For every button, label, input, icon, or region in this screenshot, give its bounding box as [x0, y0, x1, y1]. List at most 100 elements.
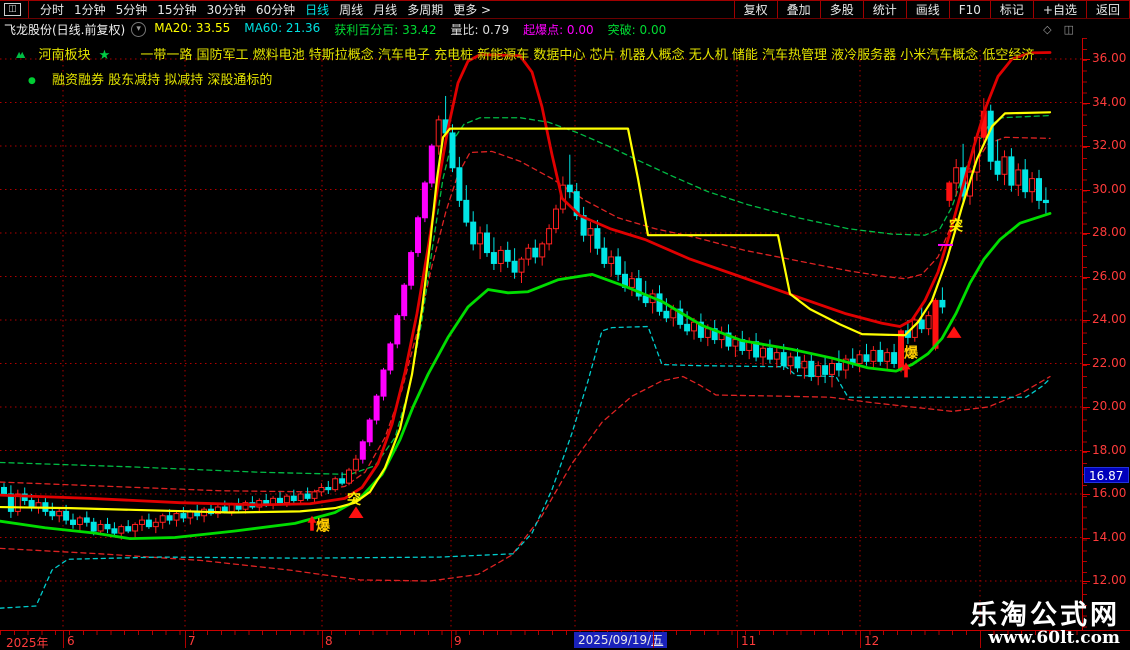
candle-body	[1022, 169, 1029, 193]
concept-tags-line2[interactable]: 融资融券 股东减持 拟减持 深股通标的	[52, 73, 272, 88]
price-tick-label: 20.00	[1092, 399, 1127, 413]
indicator-起爆点: 起爆点: 0.00	[523, 22, 594, 37]
candle-body	[808, 360, 815, 378]
price-tick-label: 14.00	[1092, 529, 1127, 544]
candle-body	[387, 343, 394, 371]
price-tick-label: 22.00	[1092, 355, 1127, 370]
candle-body	[953, 167, 960, 184]
candle-body	[684, 323, 691, 332]
candle-body	[518, 258, 525, 273]
watermark: 乐淘公式网 www.60lt.com	[970, 601, 1120, 648]
candle-body	[691, 321, 697, 332]
candle-body	[373, 395, 380, 421]
candle-body	[490, 252, 497, 264]
candle-body	[835, 363, 842, 371]
candle-body	[504, 249, 511, 262]
price-tick-label: 12.00	[1092, 573, 1127, 587]
toolbar-divider	[28, 1, 29, 18]
stock-title: 飞龙股份(日线.前复权)	[4, 22, 126, 37]
concept-tags-row1: ▲▲ 河南板块 ★ 一带一路 国防军工 燃料电池 特斯拉概念 汽车电子 充电桩 …	[16, 44, 1034, 63]
candle-body	[104, 523, 111, 530]
toolbar-button-画线[interactable]: 画线	[905, 1, 949, 18]
indicator-values: MA20: 33.55 MA60: 21.36 获利百分百: 33.42 量比: 0.…	[154, 21, 680, 38]
diamond-icon[interactable]: ◇	[1043, 23, 1051, 36]
candle-body	[987, 110, 994, 162]
candle-body	[449, 132, 456, 169]
concept-tags-line1[interactable]: 一带一路 国防军工 燃料电池 特斯拉概念 汽车电子 充电桩 新能源车 数据中心 …	[140, 48, 1034, 63]
candle-body	[615, 256, 622, 275]
candle-body	[159, 515, 166, 523]
candle-body	[898, 330, 904, 371]
chevron-down-icon[interactable]: ▾	[131, 21, 147, 37]
candle-body	[456, 167, 463, 201]
candle-body	[366, 419, 373, 443]
candle-body	[428, 145, 435, 184]
period-tab-60分钟[interactable]: 60分钟	[256, 1, 295, 18]
period-tab-更多 >[interactable]: 更多 >	[453, 1, 491, 18]
candle-body	[760, 347, 766, 358]
candle-body	[766, 347, 773, 360]
price-tick-mark	[1083, 102, 1090, 104]
price-tick-mark	[1083, 233, 1090, 234]
period-tab-30分钟[interactable]: 30分钟	[207, 1, 246, 18]
candlestick-chart[interactable]: 爆突爆突	[0, 38, 1082, 630]
period-tab-1分钟[interactable]: 1分钟	[74, 1, 106, 18]
date-axis[interactable]: 2025年 2025/09/19/五 6 7 8 9 11 12	[0, 630, 1130, 650]
month-separator	[737, 631, 738, 648]
candle-body	[787, 356, 794, 367]
crosshair-date: 2025/09/19/	[578, 633, 652, 647]
price-tick-mark	[1083, 537, 1090, 539]
candle-body	[566, 184, 573, 193]
candle-body	[525, 247, 532, 260]
candle-body	[28, 500, 35, 508]
toolbar-button-返回[interactable]: 返回	[1085, 1, 1130, 18]
candle-body	[49, 510, 56, 517]
board-tag[interactable]: 河南板块	[38, 48, 90, 63]
candle-body	[180, 513, 187, 519]
candle-body	[283, 495, 290, 504]
period-tab-周线[interactable]: 周线	[339, 1, 363, 18]
price-tick-label: 18.00	[1092, 442, 1127, 457]
candle-body	[394, 315, 401, 345]
toolbar-button-多股[interactable]: 多股	[819, 1, 863, 18]
price-tick-label: 32.00	[1092, 138, 1127, 152]
overlay-profit-line	[0, 114, 1051, 476]
candle-body	[1, 486, 7, 495]
candle-body	[822, 365, 829, 375]
signal-text-爆: 爆	[316, 518, 331, 535]
period-tab-日线[interactable]: 日线	[305, 1, 329, 18]
candle-body	[97, 523, 104, 532]
price-tick-label: 26.00	[1092, 268, 1127, 283]
price-tick-mark	[1083, 363, 1090, 365]
toolbar-button-标记[interactable]: 标记	[989, 1, 1033, 18]
toolbar-button-叠加[interactable]: 叠加	[776, 1, 820, 18]
overlay-band-upper	[0, 136, 1051, 493]
price-tick-mark	[1083, 276, 1090, 278]
candle-body	[152, 521, 159, 528]
toolbar-button-统计[interactable]: 统计	[862, 1, 906, 18]
candle-body	[829, 363, 835, 375]
toolbar-button-F10[interactable]: F10	[948, 1, 990, 18]
period-tab-月线[interactable]: 月线	[373, 1, 397, 18]
candle-body	[939, 299, 946, 308]
candle-body	[359, 441, 366, 460]
candle-body	[139, 519, 145, 525]
toolbar-button-+自选[interactable]: +自选	[1032, 1, 1086, 18]
candle-body	[628, 278, 635, 288]
month-label-7: 7	[188, 634, 196, 648]
candle-body	[497, 249, 504, 264]
price-tick-mark	[1083, 189, 1090, 191]
candle-body	[925, 315, 932, 330]
candle-body	[1029, 178, 1036, 193]
panel-icon[interactable]: ◫	[1064, 23, 1074, 36]
layout-icon[interactable]: ◫	[4, 3, 21, 16]
period-tab-分时[interactable]: 分时	[40, 1, 64, 18]
period-tab-多周期[interactable]: 多周期	[407, 1, 443, 18]
toolbar-button-复权[interactable]: 复权	[733, 1, 777, 18]
price-tick-mark	[1083, 581, 1090, 582]
period-tab-15分钟[interactable]: 15分钟	[157, 1, 196, 18]
price-axis[interactable]: 16.87 36.00 34.00 32.00 30.00 28.00 26.00 24.0…	[1082, 38, 1130, 630]
candle-body	[1001, 156, 1008, 175]
period-tab-5分钟[interactable]: 5分钟	[116, 1, 148, 18]
candle-body	[877, 349, 884, 362]
